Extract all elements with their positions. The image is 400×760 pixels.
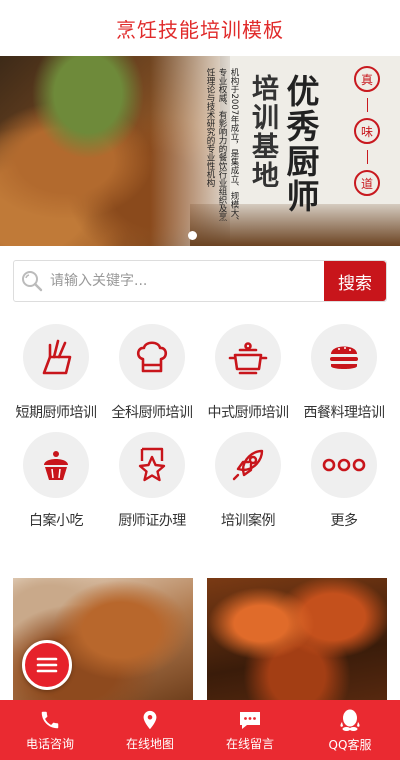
hamburger-menu-icon (36, 657, 58, 673)
menu-fab-button[interactable] (22, 640, 72, 690)
category-chinese[interactable]: 中式厨师培训 (198, 324, 298, 422)
hero-banner[interactable]: 优秀厨师 培训基地 机构于2007年成立，是集成立、规模大、专业权威、有影响力的… (0, 56, 400, 246)
category-label: 更多 (330, 513, 359, 529)
category-western[interactable]: 西餐料理培训 (294, 324, 394, 422)
seal-stamp: 道 (354, 170, 380, 196)
nav-label: QQ客服 (328, 737, 372, 752)
chat-bubble-icon (240, 711, 260, 729)
rocket-icon (232, 449, 264, 481)
category-short-term[interactable]: 短期厨师培训 (6, 324, 106, 422)
nav-label: 在线地图 (125, 736, 174, 751)
featured-card-grilled-skewers[interactable] (207, 578, 387, 708)
seal-stamp: 真 (354, 66, 380, 92)
phone-icon (41, 711, 59, 728)
certificate-star-icon (138, 447, 166, 482)
cooking-pot-icon (228, 342, 268, 375)
category-more[interactable]: 更多 (294, 432, 394, 530)
banner-title-sub: 培训基地 (247, 74, 278, 190)
banner-description: 机构于2007年成立，是集成立、规模大、专业权威、有影响力的餐饮行业组织及烹饪理… (205, 68, 239, 226)
bottom-nav: 电话咨询 在线地图 在线留言 QQ客服 (0, 700, 400, 760)
category-label: 西餐料理培训 (303, 405, 386, 421)
search-input[interactable] (50, 261, 324, 301)
category-certificate[interactable]: 厨师证办理 (102, 432, 202, 530)
banner-seals: 真 味 道 (350, 66, 384, 196)
category-pastry[interactable]: 白案小吃 (6, 432, 106, 530)
category-label: 短期厨师培训 (15, 405, 98, 421)
nav-qq[interactable]: QQ客服 (300, 700, 400, 760)
nav-phone[interactable]: 电话咨询 (0, 700, 100, 760)
nav-map[interactable]: 在线地图 (100, 700, 200, 760)
search-button[interactable]: 搜索 (324, 261, 386, 301)
search-bar: 搜索 (13, 260, 387, 302)
category-label: 中式厨师培训 (207, 405, 290, 421)
category-label: 白案小吃 (29, 513, 84, 529)
app-header: 烹饪技能培训模板 (0, 0, 400, 56)
burger-icon (330, 346, 358, 369)
chef-hat-icon (136, 341, 168, 373)
more-dots-icon (322, 458, 366, 472)
category-label: 全科厨师培训 (111, 405, 194, 421)
page-title: 烹饪技能培训模板 (116, 17, 284, 42)
category-label: 培训案例 (221, 513, 276, 529)
nav-label: 电话咨询 (25, 736, 74, 751)
carousel-dot[interactable] (188, 231, 197, 240)
nav-message[interactable]: 在线留言 (200, 700, 300, 760)
category-cases[interactable]: 培训案例 (198, 432, 298, 530)
qq-icon (340, 709, 360, 731)
seal-stamp: 味 (354, 118, 380, 144)
banner-title-main: 优秀厨师 (281, 74, 320, 214)
category-full-course[interactable]: 全科厨师培训 (102, 324, 202, 422)
search-icon (14, 261, 50, 301)
nav-label: 在线留言 (225, 736, 274, 751)
category-label: 厨师证办理 (118, 513, 186, 529)
featured-cards (13, 578, 387, 708)
knife-block-icon (42, 339, 72, 375)
map-pin-icon (143, 710, 157, 729)
cupcake-icon (44, 451, 68, 480)
category-grid: 短期厨师培训 全科厨师培训 中式厨师培训 西餐料理培训 白案小吃 厨师证办理 培… (0, 324, 400, 530)
